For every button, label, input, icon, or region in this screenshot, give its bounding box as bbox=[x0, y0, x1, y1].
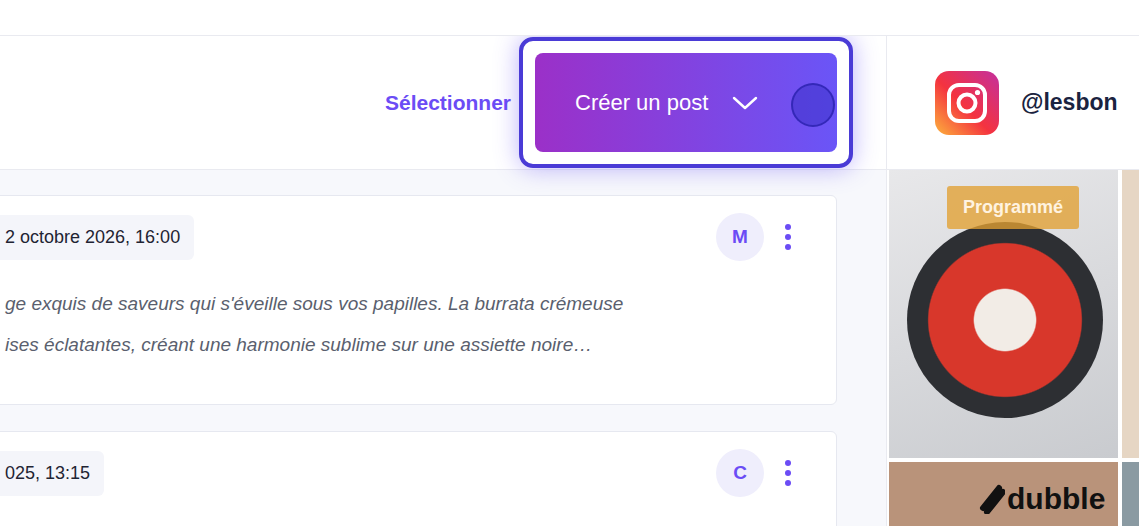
post-grid: Programmé bbox=[887, 170, 1139, 526]
dubble-logo-icon bbox=[979, 484, 1005, 514]
watermark: dubble bbox=[979, 482, 1105, 516]
cursor-indicator bbox=[791, 83, 835, 127]
more-options-icon[interactable] bbox=[778, 458, 798, 488]
post-caption: ge exquis de saveurs qui s'éveille sous … bbox=[0, 283, 798, 365]
plate-picture bbox=[907, 222, 1103, 418]
post-header: 025, 13:15 C bbox=[0, 449, 798, 497]
instagram-icon bbox=[935, 71, 999, 135]
more-options-icon[interactable] bbox=[778, 222, 798, 252]
post-list: 2 octobre 2026, 16:00 Mge exquis de saveu… bbox=[0, 170, 886, 526]
post-thumbnail[interactable] bbox=[1122, 462, 1139, 526]
author-avatar: C bbox=[716, 449, 764, 497]
select-button[interactable]: Sélectionner bbox=[385, 91, 511, 115]
chevron-down-icon bbox=[732, 95, 758, 111]
post-thumbnail[interactable]: Programmé bbox=[889, 170, 1118, 458]
app: Sélectionner Créer un post 2 octobre 2026,… bbox=[0, 0, 1139, 526]
profile-handle: @lesbon bbox=[1021, 89, 1118, 116]
top-bar bbox=[0, 0, 1139, 36]
post-card[interactable]: 2 octobre 2026, 16:00 Mge exquis de saveu… bbox=[0, 195, 837, 405]
post-header: 2 octobre 2026, 16:00 M bbox=[0, 213, 798, 261]
author-avatar: M bbox=[716, 213, 764, 261]
create-post-focus-ring: Créer un post bbox=[519, 37, 853, 168]
post-date: 025, 13:15 bbox=[0, 451, 104, 496]
status-badge: Programmé bbox=[947, 186, 1079, 229]
main-panel: Sélectionner Créer un post 2 octobre 2026,… bbox=[0, 36, 887, 526]
post-date: 2 octobre 2026, 16:00 bbox=[0, 215, 194, 260]
body: Sélectionner Créer un post 2 octobre 2026,… bbox=[0, 36, 1139, 526]
profile-header: @lesbon bbox=[887, 36, 1139, 170]
post-card[interactable]: 025, 13:15 C bbox=[0, 431, 837, 526]
post-thumbnail[interactable] bbox=[1122, 170, 1139, 458]
toolbar: Sélectionner Créer un post bbox=[0, 36, 886, 170]
preview-panel: @lesbon Programmé dubble bbox=[887, 36, 1139, 526]
